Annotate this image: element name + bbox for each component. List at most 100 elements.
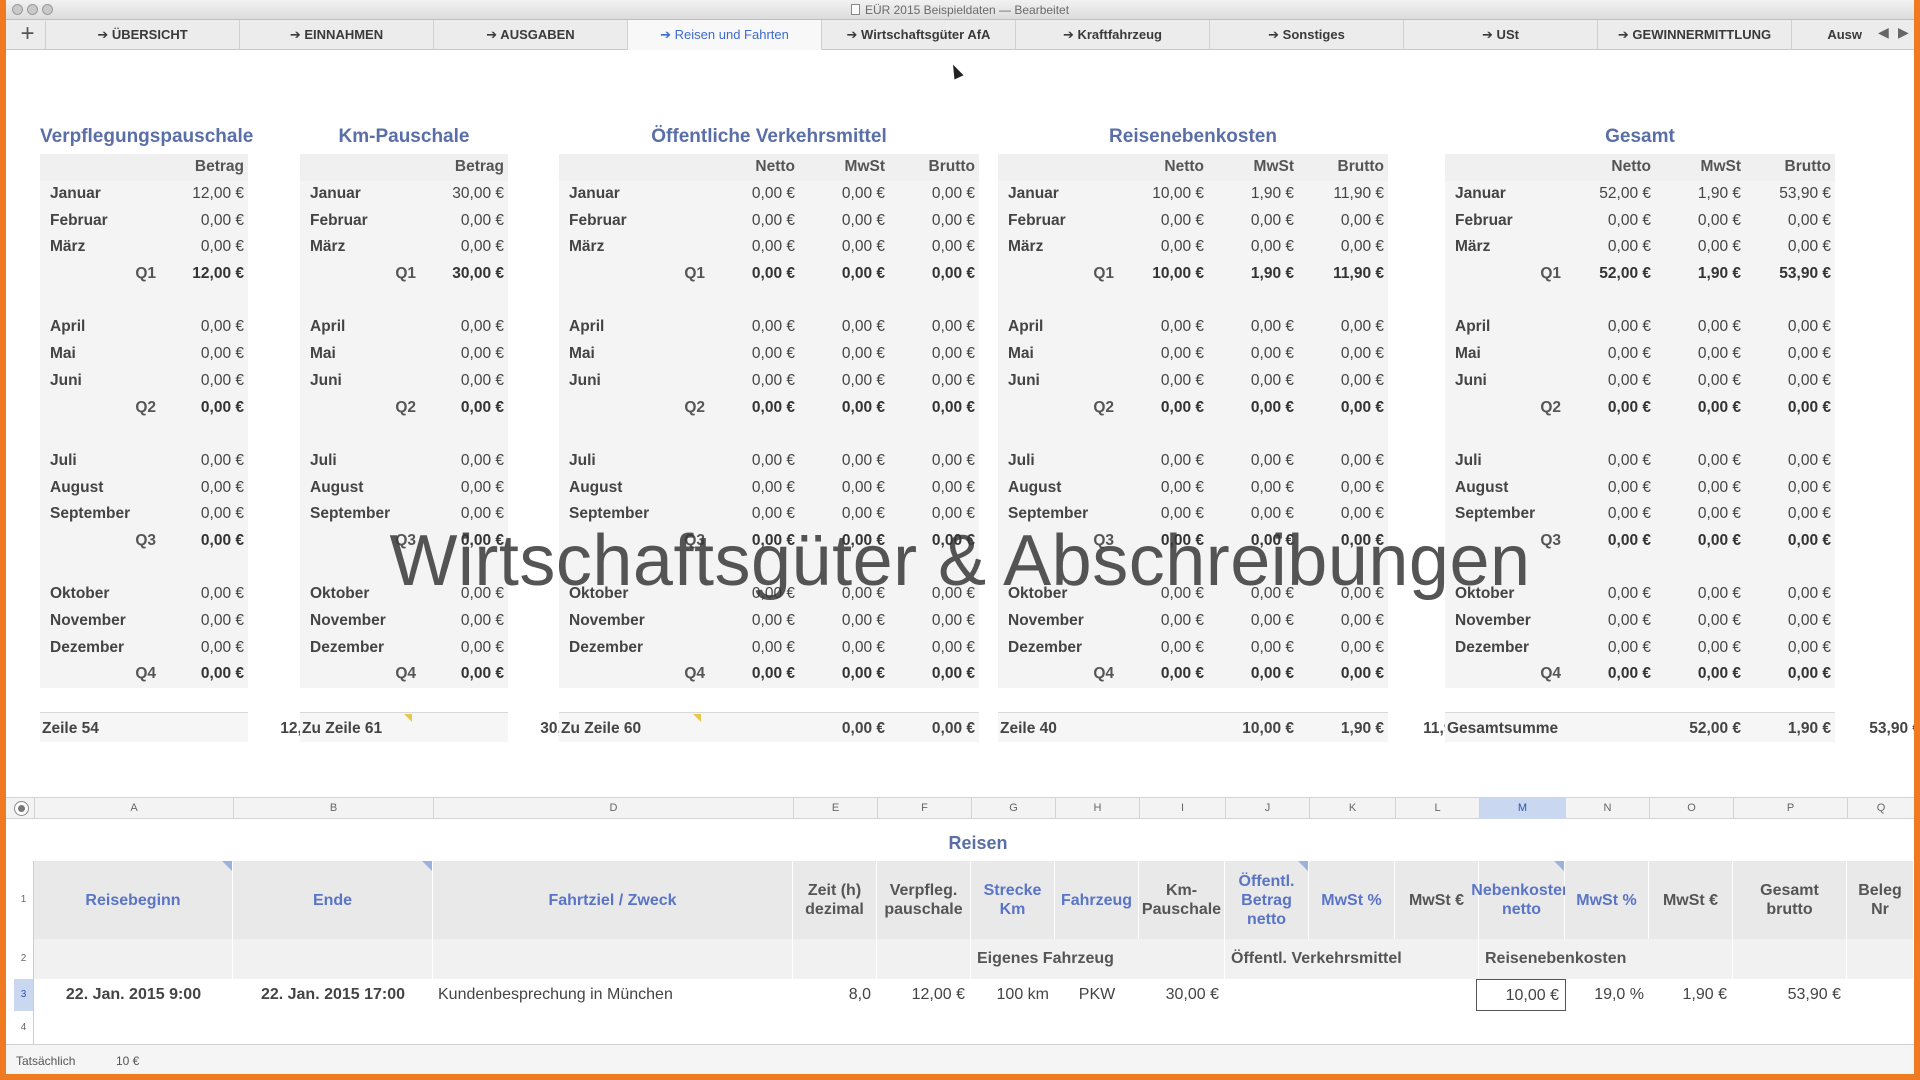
cell-strecke[interactable]: 100 km xyxy=(971,979,1055,1011)
value-cell[interactable]: 0,00 € xyxy=(1565,368,1655,395)
row-header-3[interactable]: 3 xyxy=(14,979,34,1011)
row-label[interactable]: Q1 xyxy=(998,261,1118,288)
value-cell[interactable]: 0,00 € xyxy=(1745,474,1835,501)
value-cell[interactable]: 0,00 € xyxy=(1655,368,1745,395)
value-cell[interactable]: 0,00 € xyxy=(889,261,979,288)
value-cell[interactable]: 1,90 € xyxy=(1208,261,1298,288)
value-cell[interactable]: 12,00 € xyxy=(160,261,248,288)
value-cell[interactable]: 0,00 € xyxy=(1745,341,1835,368)
row-label[interactable]: Dezember xyxy=(300,634,420,661)
column-header-g[interactable]: G xyxy=(971,798,1055,819)
value-cell[interactable]: 0,00 € xyxy=(889,368,979,395)
row-label[interactable]: November xyxy=(40,608,160,635)
row-label[interactable]: Juli xyxy=(1445,448,1565,475)
cell-gesamt-brutto[interactable]: 53,90 € xyxy=(1733,979,1847,1011)
add-sheet-button[interactable]: + xyxy=(10,21,46,49)
row-label[interactable]: Juni xyxy=(300,368,420,395)
row-label[interactable]: Q2 xyxy=(1445,394,1565,421)
select-all-icon[interactable] xyxy=(14,801,29,816)
value-cell[interactable]: 0,00 € xyxy=(1565,207,1655,234)
row-label[interactable]: Q4 xyxy=(1445,661,1565,688)
value-cell[interactable]: 0,00 € xyxy=(1298,341,1388,368)
cell-ende[interactable]: 22. Jan. 2015 17:00 xyxy=(233,979,433,1011)
table-header-cell[interactable]: MwSt € xyxy=(1649,861,1733,939)
tab-reisen-und-fahrten[interactable]: ➔ Reisen und Fahrten xyxy=(628,20,822,50)
group-cell-f[interactable] xyxy=(877,939,971,979)
value-cell[interactable]: 0,00 € xyxy=(1745,448,1835,475)
value-cell[interactable]: 0,00 € xyxy=(1565,608,1655,635)
column-header-j[interactable]: J xyxy=(1225,798,1309,819)
value-cell[interactable]: 0,00 € xyxy=(1745,368,1835,395)
cell-reisebeginn[interactable]: 22. Jan. 2015 9:00 xyxy=(34,979,233,1011)
row-label[interactable]: August xyxy=(559,474,709,501)
value-cell[interactable]: 0,00 € xyxy=(1208,207,1298,234)
row-label[interactable]: Juli xyxy=(559,448,709,475)
row-label[interactable]: November xyxy=(300,608,420,635)
row-label[interactable]: Februar xyxy=(998,207,1118,234)
value-cell[interactable]: 0,00 € xyxy=(160,207,248,234)
group-cell-e[interactable] xyxy=(793,939,877,979)
value-cell[interactable]: 0,00 € xyxy=(160,608,248,635)
value-cell[interactable]: 0,00 € xyxy=(709,608,799,635)
value-cell[interactable]: 0,00 € xyxy=(1745,314,1835,341)
row-label[interactable]: August xyxy=(300,474,420,501)
value-cell[interactable]: 53,90 € xyxy=(1745,181,1835,208)
table-header-cell[interactable]: Reisebeginn xyxy=(34,861,233,939)
value-cell[interactable]: 0,00 € xyxy=(709,341,799,368)
row-header-4[interactable]: 4 xyxy=(14,1011,34,1044)
tab-ausgaben[interactable]: ➔ AUSGABEN xyxy=(434,20,628,50)
table-header-cell[interactable]: Km-Pauschale xyxy=(1139,861,1225,939)
value-cell[interactable]: 10,00 € xyxy=(1118,261,1208,288)
value-cell[interactable]: 0,00 € xyxy=(709,261,799,288)
tab-ust[interactable]: ➔ USt xyxy=(1404,20,1598,50)
value-cell[interactable]: 0,00 € xyxy=(1655,341,1745,368)
column-header-l[interactable]: L xyxy=(1395,798,1479,819)
column-header-o[interactable]: O xyxy=(1649,798,1733,819)
row-label[interactable]: Mai xyxy=(1445,341,1565,368)
value-cell[interactable]: 0,00 € xyxy=(1118,608,1208,635)
cell-mwst-prozent[interactable]: 19,0 % xyxy=(1566,979,1650,1011)
row-label[interactable]: April xyxy=(1445,314,1565,341)
value-cell[interactable]: 0,00 € xyxy=(1655,207,1745,234)
value-cell[interactable]: 0,00 € xyxy=(1298,634,1388,661)
group-label-public-transport[interactable]: Öffentl. Verkehrsmittel xyxy=(1225,939,1479,979)
value-cell[interactable]: 0,00 € xyxy=(420,661,508,688)
value-cell[interactable]: 0,00 € xyxy=(799,368,889,395)
value-cell[interactable]: 0,00 € xyxy=(1208,608,1298,635)
value-cell[interactable]: 0,00 € xyxy=(709,368,799,395)
value-cell[interactable]: 0,00 € xyxy=(420,368,508,395)
row-label[interactable]: März xyxy=(300,234,420,261)
row-label[interactable]: November xyxy=(1445,608,1565,635)
row-label[interactable]: Q2 xyxy=(559,394,709,421)
table-header-cell[interactable]: Nebenkosten netto xyxy=(1471,861,1572,939)
value-cell[interactable]: 0,00 € xyxy=(889,314,979,341)
value-cell[interactable]: 0,00 € xyxy=(160,234,248,261)
row-label[interactable]: Mai xyxy=(300,341,420,368)
value-cell[interactable]: 0,00 € xyxy=(1208,234,1298,261)
row-label[interactable]: Februar xyxy=(1445,207,1565,234)
row-label[interactable]: Dezember xyxy=(559,634,709,661)
value-cell[interactable]: 0,00 € xyxy=(420,634,508,661)
row-label[interactable]: März xyxy=(40,234,160,261)
value-cell[interactable]: 0,00 € xyxy=(1745,394,1835,421)
value-cell[interactable]: 0,00 € xyxy=(1208,368,1298,395)
value-cell[interactable]: 52,00 € xyxy=(1565,261,1655,288)
value-cell[interactable]: 1,90 € xyxy=(1655,181,1745,208)
value-cell[interactable]: 0,00 € xyxy=(1655,661,1745,688)
table-header-cell[interactable]: Strecke Km xyxy=(971,861,1055,939)
row-label[interactable]: August xyxy=(1445,474,1565,501)
value-cell[interactable]: 0,00 € xyxy=(1208,661,1298,688)
value-cell[interactable]: 0,00 € xyxy=(799,234,889,261)
row-label[interactable]: April xyxy=(559,314,709,341)
cell-mwst-euro[interactable]: 1,90 € xyxy=(1650,979,1733,1011)
value-cell[interactable]: 0,00 € xyxy=(160,661,248,688)
value-cell[interactable]: 0,00 € xyxy=(1208,314,1298,341)
value-cell[interactable]: 0,00 € xyxy=(889,448,979,475)
value-cell[interactable]: 0,00 € xyxy=(160,314,248,341)
value-cell[interactable]: 0,00 € xyxy=(709,234,799,261)
value-cell[interactable]: 0,00 € xyxy=(1298,368,1388,395)
value-cell[interactable]: 0,00 € xyxy=(1565,634,1655,661)
value-cell[interactable]: 0,00 € xyxy=(1298,608,1388,635)
row-label[interactable]: Januar xyxy=(998,181,1118,208)
column-header-f[interactable]: F xyxy=(877,798,971,819)
